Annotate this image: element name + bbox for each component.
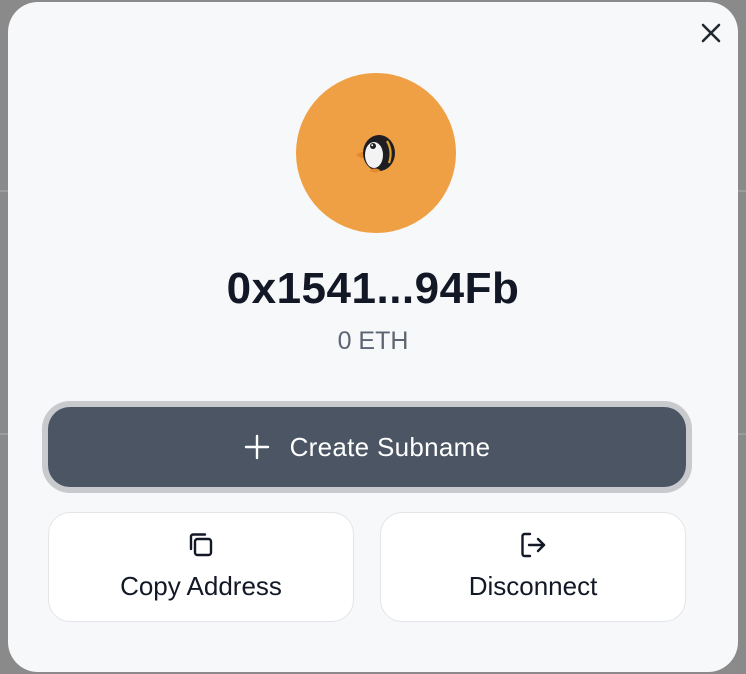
copy-address-button[interactable]: Copy Address <box>48 512 354 622</box>
copy-address-label: Copy Address <box>120 571 282 601</box>
plus-icon <box>244 434 270 460</box>
avatar <box>296 73 456 233</box>
close-button[interactable] <box>696 18 726 48</box>
copy-icon <box>185 529 217 561</box>
wallet-balance: 0 ETH <box>337 327 409 355</box>
penguin-icon <box>356 135 395 173</box>
create-subname-button[interactable]: Create Subname <box>48 407 686 487</box>
logout-icon <box>517 529 549 561</box>
close-icon <box>701 23 721 43</box>
disconnect-button[interactable]: Disconnect <box>380 512 686 622</box>
wallet-address: 0x1541...94Fb <box>226 264 520 313</box>
disconnect-label: Disconnect <box>468 571 598 601</box>
create-subname-label: Create Subname <box>289 431 491 462</box>
